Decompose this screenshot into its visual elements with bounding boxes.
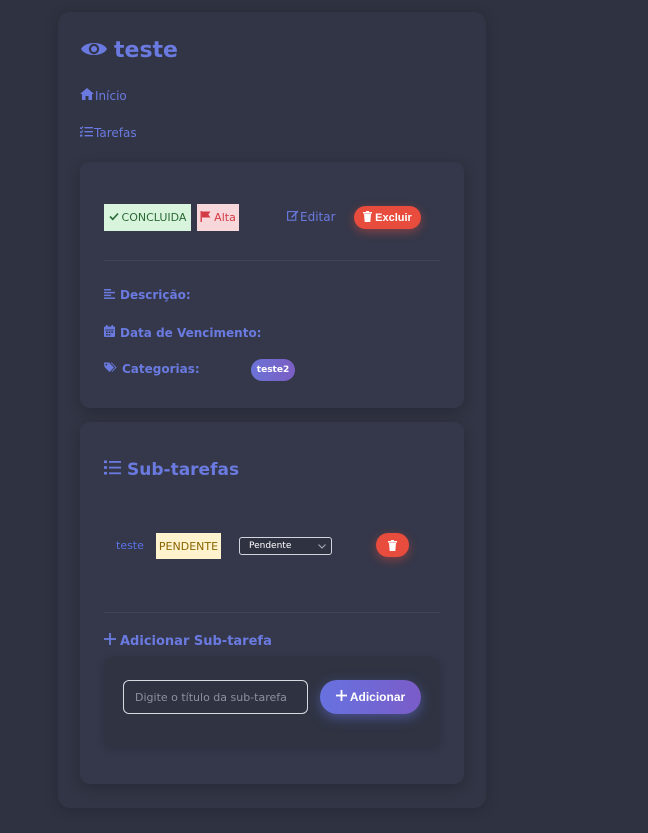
- calendar-icon: [104, 325, 115, 340]
- subtask-status-select-value: Pendente: [249, 541, 292, 551]
- add-subtask-heading: Adicionar Sub-tarefa: [104, 633, 272, 649]
- nav-link-tasks-label: Tarefas: [94, 126, 137, 140]
- chevron-down-icon: [317, 541, 327, 554]
- status-badge: CONCLUIDA: [104, 204, 191, 231]
- trash-icon: [363, 210, 373, 225]
- check-icon: [108, 211, 119, 224]
- add-subtask-heading-label: Adicionar Sub-tarefa: [120, 633, 272, 649]
- plus-icon: [335, 690, 347, 704]
- nav-link-home[interactable]: Início: [80, 88, 127, 103]
- subtask-title-input[interactable]: [123, 680, 308, 714]
- flag-icon: [200, 210, 211, 225]
- nav-link-tasks[interactable]: Tarefas: [79, 126, 137, 140]
- categories-label: Categorias:: [122, 362, 200, 376]
- task-list-icon: [79, 126, 93, 140]
- subtasks-heading: Sub-tarefas: [104, 460, 239, 480]
- priority-badge: Alta: [197, 204, 239, 231]
- edit-icon: [287, 210, 299, 224]
- page-title: teste: [114, 38, 178, 63]
- due-date-field: Data de Vencimento:: [104, 325, 261, 340]
- tags-icon: [104, 362, 117, 376]
- description-field: Descrição:: [104, 288, 191, 302]
- subtask-status-select[interactable]: Pendente: [239, 537, 332, 555]
- eye-icon: [80, 39, 108, 63]
- due-date-label: Data de Vencimento:: [120, 325, 262, 340]
- nav-link-home-label: Início: [95, 88, 127, 103]
- trash-icon: [388, 536, 397, 555]
- list-icon: [104, 460, 121, 480]
- plus-icon: [104, 633, 116, 649]
- description-label: Descrição:: [120, 288, 191, 302]
- edit-link[interactable]: Editar: [287, 210, 336, 224]
- subtask-title[interactable]: teste: [116, 539, 144, 552]
- categories-field: Categorias:: [104, 362, 200, 376]
- add-subtask-button[interactable]: Adicionar: [320, 680, 421, 714]
- subtask-delete-button[interactable]: [376, 533, 409, 557]
- priority-badge-label: Alta: [214, 211, 236, 224]
- divider: [104, 260, 440, 261]
- subtasks-heading-label: Sub-tarefas: [127, 460, 240, 480]
- divider: [104, 612, 440, 613]
- align-left-icon: [104, 288, 115, 302]
- delete-button-label: Excluir: [375, 211, 412, 224]
- category-chip: teste2: [251, 359, 295, 381]
- status-badge-label: CONCLUIDA: [121, 211, 187, 224]
- edit-link-label: Editar: [300, 210, 336, 224]
- delete-button[interactable]: Excluir: [354, 206, 421, 229]
- page-header: teste: [80, 38, 178, 63]
- subtask-status-badge: PENDENTE: [156, 533, 221, 559]
- home-icon: [80, 88, 94, 103]
- add-subtask-button-label: Adicionar: [349, 690, 406, 704]
